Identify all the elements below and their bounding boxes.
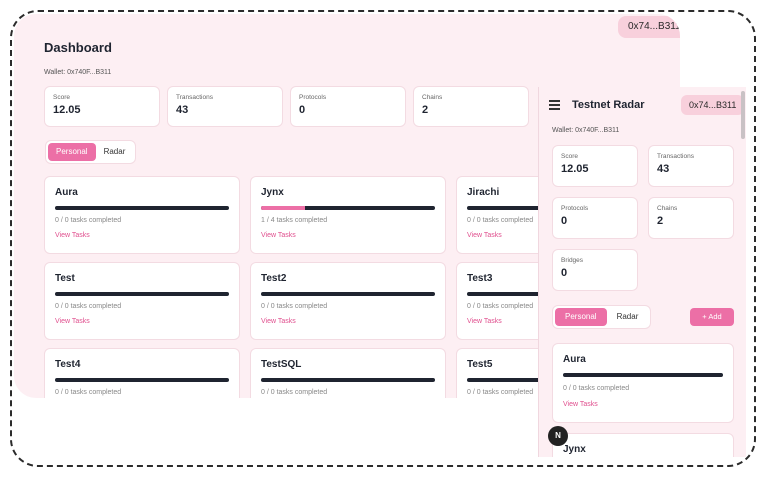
progress-bar (261, 206, 435, 210)
progress-bar (55, 206, 229, 210)
stat-score: Score 12.05 (552, 145, 638, 187)
wallet-address: Wallet: 0x740F...B311 (552, 127, 620, 134)
progress-bar (55, 378, 229, 382)
stat-label: Bridges (561, 257, 584, 264)
stat-label: Score (53, 94, 70, 101)
stat-label: Transactions (176, 94, 213, 101)
stat-value: 12.05 (53, 104, 81, 116)
card-title: Test4 (55, 359, 81, 370)
stat-label: Protocols (561, 205, 589, 212)
project-card[interactable]: Test 0 / 0 tasks completed View Tasks (44, 262, 240, 340)
card-title: TestSQL (261, 359, 302, 370)
project-card[interactable]: Test40 / 0 tasks completedView Tasks (44, 348, 240, 398)
stat-chains: Chains 2 (648, 197, 734, 239)
task-count: 0 / 0 tasks completed (563, 385, 630, 392)
task-count: 0 / 0 tasks completed (55, 389, 122, 396)
scrollbar[interactable] (741, 91, 745, 139)
add-button[interactable]: + Add (690, 308, 734, 326)
avatar[interactable]: N (548, 426, 568, 446)
project-card[interactable]: Jynx (552, 433, 734, 457)
project-card[interactable]: Aura 0 / 0 tasks completed View Tasks (552, 343, 734, 423)
stat-label: Chains (422, 94, 443, 101)
view-tasks-link[interactable]: View Tasks (55, 232, 229, 239)
tab-personal[interactable]: Personal (555, 308, 607, 326)
stat-value: 0 (561, 267, 568, 279)
stat-value: 12.05 (561, 163, 589, 175)
progress-fill (261, 206, 305, 210)
stat-value: 0 (299, 104, 306, 116)
wallet-button[interactable]: 0x74...B311 (618, 16, 680, 38)
page-title: Dashboard (44, 40, 112, 55)
card-title: Aura (563, 354, 586, 365)
task-count: 0 / 0 tasks completed (55, 217, 122, 224)
mobile-topbar: Testnet Radar 0x74...B311 (539, 87, 746, 123)
task-count: 0 / 0 tasks completed (261, 389, 328, 396)
stat-label: Transactions (657, 153, 694, 160)
project-card[interactable]: Aura 0 / 0 tasks completed View Tasks (44, 176, 240, 254)
view-tabs: Personal Radar (45, 140, 137, 164)
tab-personal[interactable]: Personal (48, 143, 96, 161)
stat-label: Score (561, 153, 578, 160)
stat-chains: Chains 2 (413, 86, 529, 127)
stat-transactions: Transactions 43 (167, 86, 283, 127)
stat-protocols: Protocols 0 (552, 197, 638, 239)
stat-score: Score 12.05 (44, 86, 160, 127)
stat-value: 2 (422, 104, 429, 116)
menu-icon[interactable] (549, 100, 560, 110)
card-title: Jynx (261, 187, 284, 198)
stat-label: Protocols (299, 94, 327, 101)
stat-protocols: Protocols 0 (290, 86, 406, 127)
task-count: 0 / 0 tasks completed (261, 303, 328, 310)
project-card[interactable]: TestSQL0 / 0 tasks completedView Tasks (250, 348, 446, 398)
view-tasks-link[interactable]: View Tasks (563, 401, 723, 408)
stat-transactions: Transactions 43 (648, 145, 734, 187)
stat-value: 0 (561, 215, 568, 227)
view-tabs: Personal Radar (552, 305, 652, 329)
wallet-button[interactable]: 0x74...B311 (681, 95, 745, 115)
progress-bar (55, 292, 229, 296)
card-title: Test (55, 273, 75, 284)
progress-bar (563, 373, 723, 377)
project-card[interactable]: Test2 0 / 0 tasks completed View Tasks (250, 262, 446, 340)
progress-bar (261, 292, 435, 296)
wallet-address: Wallet: 0x740F...B311 (44, 69, 112, 76)
app-title: Testnet Radar (572, 99, 645, 111)
tab-radar[interactable]: Radar (96, 143, 134, 161)
tab-radar[interactable]: Radar (607, 308, 649, 326)
stats-row: Score 12.05 Transactions 43 Protocols 0 … (44, 86, 604, 128)
project-card[interactable]: Jynx 1 / 4 tasks completed View Tasks (250, 176, 446, 254)
card-title: Jynx (563, 444, 586, 455)
card-title: Aura (55, 187, 78, 198)
mobile-view: Testnet Radar 0x74...B311 Wallet: 0x740F… (538, 87, 746, 457)
view-tasks-link[interactable]: View Tasks (261, 318, 435, 325)
progress-bar (261, 378, 435, 382)
stat-value: 43 (176, 104, 189, 116)
view-tasks-link[interactable]: View Tasks (261, 232, 435, 239)
task-count: 1 / 4 tasks completed (261, 217, 328, 224)
task-count: 0 / 0 tasks completed (55, 303, 122, 310)
view-tasks-link[interactable]: View Tasks (55, 318, 229, 325)
stat-label: Chains (657, 205, 678, 212)
stat-bridges: Bridges 0 (552, 249, 638, 291)
stat-value: 43 (657, 163, 670, 175)
stat-value: 2 (657, 215, 664, 227)
card-title: Test2 (261, 273, 287, 284)
